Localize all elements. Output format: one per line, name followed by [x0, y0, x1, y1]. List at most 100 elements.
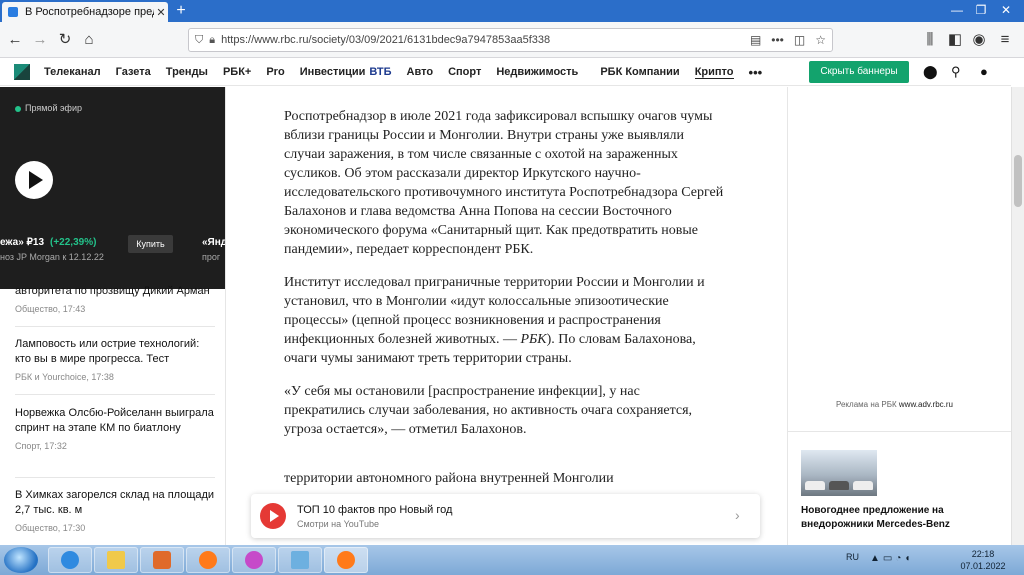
pocket-icon[interactable]: ◫: [794, 33, 805, 47]
nav-item-rbc-plus[interactable]: РБК+: [223, 66, 251, 78]
close-window-button[interactable]: ✕: [994, 0, 1018, 20]
nav-item-newspaper[interactable]: Газета: [116, 66, 151, 78]
ad-image[interactable]: [801, 450, 877, 496]
news-item[interactable]: Норвежка Олсбю-Ройселанн выиграла спринт…: [15, 406, 215, 454]
live-label: Прямой эфир: [25, 103, 82, 113]
sidebar-icon[interactable]: ◧: [946, 31, 964, 49]
reader-view-icon[interactable]: ▤: [750, 33, 761, 47]
firefox-taskbar-icon[interactable]: [186, 547, 230, 573]
live-dot-icon: [15, 106, 21, 112]
tab-title: В Роспотребнадзоре предупр: [25, 6, 154, 18]
car-shape: [805, 481, 825, 490]
back-button[interactable]: ←: [6, 31, 24, 49]
ad-domain[interactable]: www.adv.rbc.ru: [899, 400, 953, 409]
account-icon[interactable]: ◉: [970, 31, 988, 49]
car-shape: [853, 481, 873, 490]
browser-tab[interactable]: В Роспотребнадзоре предупр ✕: [2, 2, 168, 22]
rbc-logo[interactable]: [14, 64, 30, 80]
location-icon[interactable]: ⬤: [923, 64, 938, 80]
scrollbar[interactable]: [1011, 87, 1024, 545]
media-player-taskbar-icon[interactable]: [140, 547, 184, 573]
site-navigation: Телеканал Газета Тренды РБК+ Pro Инвести…: [0, 59, 1011, 86]
ad-title[interactable]: Новогоднее предложение на внедорожники M…: [801, 504, 1001, 532]
windows-taskbar: RU ▲▭◔◖ 22:18 07.01.2022: [0, 545, 1024, 575]
news-title[interactable]: Норвежка Олсбю-Ройселанн выиграла спринт…: [15, 406, 215, 436]
youtube-title[interactable]: ТОП 10 фактов про Новый год: [297, 504, 452, 516]
address-bar[interactable]: ⛉ 🔒︎ https://www.rbc.ru/society/03/09/20…: [188, 28, 833, 52]
ticker-next-title: «Янд: [202, 237, 226, 248]
language-indicator[interactable]: RU: [846, 552, 859, 562]
user-icon[interactable]: ●: [980, 64, 988, 79]
ticker-price: ежа» ₽13: [0, 237, 45, 248]
reload-button[interactable]: ↻: [56, 31, 74, 49]
minimize-window-button[interactable]: —: [945, 0, 969, 20]
home-button[interactable]: ⌂: [80, 31, 98, 49]
live-stream-widget: Прямой эфир ежа» ₽13 (+22,39%) ноз JP Mo…: [0, 87, 226, 289]
nav-more-button[interactable]: •••: [749, 65, 763, 80]
article-paragraph: Институт исследовал приграничные террито…: [284, 273, 724, 368]
nav-item-realty[interactable]: Недвижимость: [496, 66, 578, 78]
article-paragraph: территории автономного района внутренней…: [284, 471, 614, 486]
news-item[interactable]: Ламповость или острие технологий: кто вы…: [15, 337, 215, 385]
play-icon[interactable]: [15, 161, 53, 199]
news-title[interactable]: авторитета по прозвищу Дикий Арман: [15, 284, 215, 299]
clock-time: 22:18: [971, 549, 995, 559]
youtube-play-icon[interactable]: [260, 503, 286, 529]
news-meta: Спорт, 17:32: [15, 441, 67, 451]
shield-icon[interactable]: ⛉: [195, 34, 203, 47]
bookmark-star-icon[interactable]: ☆: [815, 33, 826, 47]
search-icon[interactable]: ⚲: [951, 64, 961, 80]
article-body: Роспотребнадзор в июле 2021 года зафикси…: [284, 107, 724, 502]
news-meta: РБК и Yourchoice, 17:38: [15, 372, 114, 382]
right-sidebar: Реклама на РБК www.adv.rbc.ru Новогоднее…: [787, 87, 1012, 545]
divider: [15, 326, 215, 327]
lock-icon[interactable]: 🔒︎: [209, 34, 215, 47]
restore-window-button[interactable]: ❐: [969, 0, 993, 20]
nav-item-auto[interactable]: Авто: [407, 66, 434, 78]
ie-taskbar-icon[interactable]: [48, 547, 92, 573]
library-icon[interactable]: ⫼: [921, 31, 939, 49]
app-taskbar-icon[interactable]: [278, 547, 322, 573]
news-item[interactable]: авторитета по прозвищу Дикий Арман Общес…: [15, 284, 215, 317]
vtb-logo[interactable]: ВТБ: [369, 66, 391, 78]
nav-item-sport[interactable]: Спорт: [448, 66, 481, 78]
news-meta: Общество, 17:43: [15, 304, 86, 314]
car-shape: [829, 481, 849, 490]
chrome-taskbar-icon[interactable]: [232, 547, 276, 573]
news-title[interactable]: Ламповость или острие технологий: кто вы…: [15, 337, 215, 367]
ad-label: Реклама на РБК www.adv.rbc.ru: [836, 400, 953, 409]
close-tab-icon[interactable]: ✕: [154, 6, 168, 19]
divider: [788, 431, 1012, 432]
left-sidebar: Прямой эфир ежа» ₽13 (+22,39%) ноз JP Mo…: [0, 87, 226, 545]
article-paragraph: Роспотребнадзор в июле 2021 года зафикси…: [284, 109, 724, 257]
start-button[interactable]: [4, 547, 38, 573]
buy-button[interactable]: Купить: [128, 235, 173, 253]
stock-ticker: ежа» ₽13 (+22,39%) ноз JP Morgan к 12.12…: [0, 235, 226, 265]
nav-item-tv[interactable]: Телеканал: [44, 66, 101, 78]
chevron-right-icon[interactable]: ›: [735, 507, 740, 523]
tray-icons[interactable]: ▲▭◔◖: [870, 553, 913, 564]
youtube-promo-card[interactable]: ТОП 10 фактов про Новый год Смотри на Yo…: [251, 494, 760, 538]
forward-button[interactable]: →: [31, 31, 49, 49]
youtube-subtitle: Смотри на YouTube: [297, 519, 379, 529]
url-text[interactable]: https://www.rbc.ru/society/03/09/2021/61…: [221, 34, 740, 46]
scrollbar-thumb[interactable]: [1014, 155, 1022, 207]
clock[interactable]: 22:18 07.01.2022: [956, 548, 1010, 572]
nav-item-investments[interactable]: Инвестиции: [300, 66, 366, 78]
clock-date: 07.01.2022: [960, 561, 1006, 571]
menu-icon[interactable]: ≡: [996, 31, 1014, 49]
news-meta: Общество, 17:30: [15, 523, 86, 533]
divider: [15, 394, 215, 395]
firefox-active-taskbar-icon[interactable]: [324, 547, 368, 573]
news-title[interactable]: В Химках загорелся склад на площади 2,7 …: [15, 488, 215, 518]
new-tab-button[interactable]: +: [172, 1, 190, 21]
news-item[interactable]: В Химках загорелся склад на площади 2,7 …: [15, 488, 215, 536]
page-actions-icon[interactable]: •••: [771, 33, 784, 47]
nav-item-crypto[interactable]: Крипто: [694, 66, 734, 79]
explorer-taskbar-icon[interactable]: [94, 547, 138, 573]
hide-banners-button[interactable]: Скрыть баннеры: [809, 61, 909, 83]
article-paragraph: «У себя мы остановили [распространение и…: [284, 384, 693, 437]
nav-item-pro[interactable]: Pro: [266, 66, 284, 78]
nav-item-trends[interactable]: Тренды: [166, 66, 208, 78]
nav-item-rbc-companies[interactable]: РБК Компании: [600, 66, 679, 78]
